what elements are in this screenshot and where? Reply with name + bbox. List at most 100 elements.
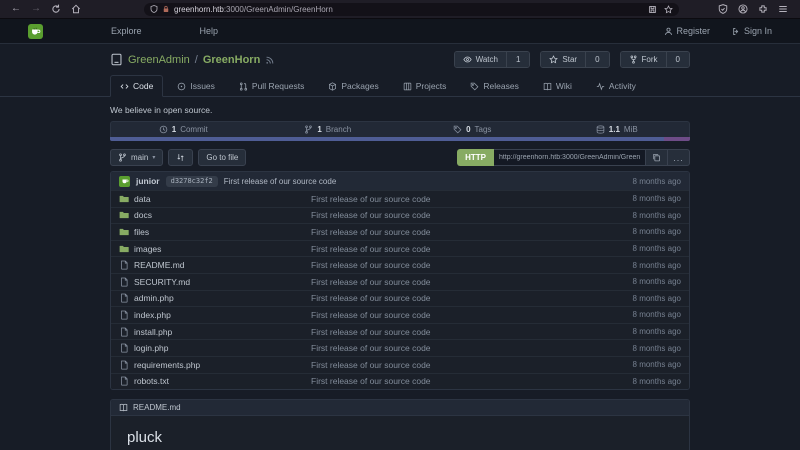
commit-message[interactable]: First release of our source code [224,177,337,186]
gitea-logo-icon[interactable] [28,24,43,39]
nav-link[interactable]: Explore [111,26,142,36]
file-name-link[interactable]: SECURITY.md [119,277,311,287]
menu-icon[interactable] [778,4,788,14]
repo-tab[interactable]: Releases [460,75,528,97]
register-link[interactable]: Register [664,26,710,36]
file-name-link[interactable]: admin.php [119,293,311,303]
repo-tab[interactable]: Issues [167,75,225,97]
folder-icon [119,227,129,237]
repo-stat[interactable]: 1.1 MiB [545,122,690,137]
file-name-link[interactable]: robots.txt [119,376,311,386]
repo-stat[interactable]: 1 Branch [256,122,401,137]
file-commit-message[interactable]: First release of our source code [311,244,591,254]
account-icon[interactable] [738,4,748,14]
package-icon [328,82,337,91]
stat-label: Commit [180,125,208,134]
url-path: :3000/GreenAdmin/GreenHorn [224,5,333,14]
repo-stat[interactable]: 1 Commit [111,122,256,137]
extensions-icon[interactable] [758,4,768,14]
nav-link[interactable]: Help [200,26,219,36]
file-name-link[interactable]: images [119,244,311,254]
tab-label: Pull Requests [252,81,304,91]
privacy-shield-icon[interactable] [718,4,728,14]
file-commit-message[interactable]: First release of our source code [311,227,591,237]
insecure-lock-icon[interactable] [162,5,170,13]
repo-toolbar: main ▾ Go to file HTTP ... [110,149,690,166]
home-icon[interactable] [68,3,84,16]
file-commit-message[interactable]: First release of our source code [311,293,591,303]
reload-icon[interactable] [48,3,64,16]
action-group: Watch 1 [454,51,531,68]
readme-panel: README.md pluck pluck - about pluck [110,399,690,450]
action-count[interactable]: 1 [506,52,529,67]
repo-tab[interactable]: Packages [318,75,388,97]
commit-author[interactable]: junior [136,176,160,186]
file-row: requirements.php First release of our so… [111,356,689,373]
file-name-link[interactable]: install.php [119,327,311,337]
http-clone-button[interactable]: HTTP [457,149,494,166]
file-commit-date: 8 months ago [591,377,681,386]
file-commit-message[interactable]: First release of our source code [311,310,591,320]
file-commit-message[interactable]: First release of our source code [311,210,591,220]
file-commit-message[interactable]: First release of our source code [311,194,591,204]
file-row: images First release of our source code … [111,240,689,257]
file-commit-message[interactable]: First release of our source code [311,376,591,386]
new-pull-request-button[interactable] [168,149,193,166]
bookmark-star-icon[interactable] [664,5,673,14]
file-name: login.php [134,343,169,353]
readme-filename[interactable]: README.md [133,403,181,412]
file-name-link[interactable]: docs [119,210,311,220]
tab-label: Code [133,81,153,91]
file-icon [119,310,129,320]
repo-tab[interactable]: Pull Requests [229,75,314,97]
copy-url-button[interactable] [646,149,668,166]
more-options-button[interactable]: ... [668,149,690,166]
repo-description: We believe in open source. [0,97,800,121]
file-panel: junior d3278c32f2 First release of our s… [110,171,690,390]
shield-icon[interactable] [150,5,158,13]
repo-name-link[interactable]: GreenHorn [203,54,260,66]
file-name-link[interactable]: README.md [119,260,311,270]
repo-stat[interactable]: 0 Tags [400,122,545,137]
file-name-link[interactable]: files [119,227,311,237]
file-commit-message[interactable]: First release of our source code [311,360,591,370]
tab-label: Releases [483,81,518,91]
action-button[interactable]: Watch [455,52,506,67]
action-count[interactable]: 0 [585,52,608,67]
action-count[interactable]: 0 [666,52,689,67]
file-name-link[interactable]: requirements.php [119,360,311,370]
file-commit-message[interactable]: First release of our source code [311,277,591,287]
repo-tab[interactable]: Code [110,75,163,97]
file-commit-message[interactable]: First release of our source code [311,343,591,353]
file-commit-date: 8 months ago [591,294,681,303]
repo-tab[interactable]: Wiki [533,75,582,97]
url-bar[interactable]: greenhorn.htb:3000/GreenAdmin/GreenHorn [144,3,679,16]
file-name-link[interactable]: login.php [119,343,311,353]
readme-header: README.md [111,400,689,416]
clone-url-input[interactable] [494,149,646,166]
commit-hash[interactable]: d3278c32f2 [166,176,218,187]
file-name-link[interactable]: index.php [119,310,311,320]
signin-link[interactable]: Sign In [732,26,772,36]
file-name-link[interactable]: data [119,194,311,204]
save-page-icon[interactable] [648,5,657,14]
back-icon[interactable]: ← [8,3,24,16]
file-name: admin.php [134,293,174,303]
rss-icon[interactable] [265,55,275,65]
go-to-file-button[interactable]: Go to file [198,149,246,166]
branch-selector[interactable]: main ▾ [110,149,163,166]
action-button[interactable]: Fork [621,52,666,67]
author-avatar[interactable] [119,176,130,187]
forward-icon[interactable]: → [28,3,44,16]
file-icon [119,343,129,353]
file-commit-message[interactable]: First release of our source code [311,327,591,337]
action-button[interactable]: Star [541,52,585,67]
tag-icon [453,125,462,134]
file-icon [119,327,129,337]
repo-owner-link[interactable]: GreenAdmin [128,54,190,66]
repo-tab[interactable]: Projects [393,75,457,97]
file-commit-message[interactable]: First release of our source code [311,260,591,270]
branch-icon [304,125,313,134]
repo-tab[interactable]: Activity [586,75,646,97]
fork-icon [629,55,638,64]
